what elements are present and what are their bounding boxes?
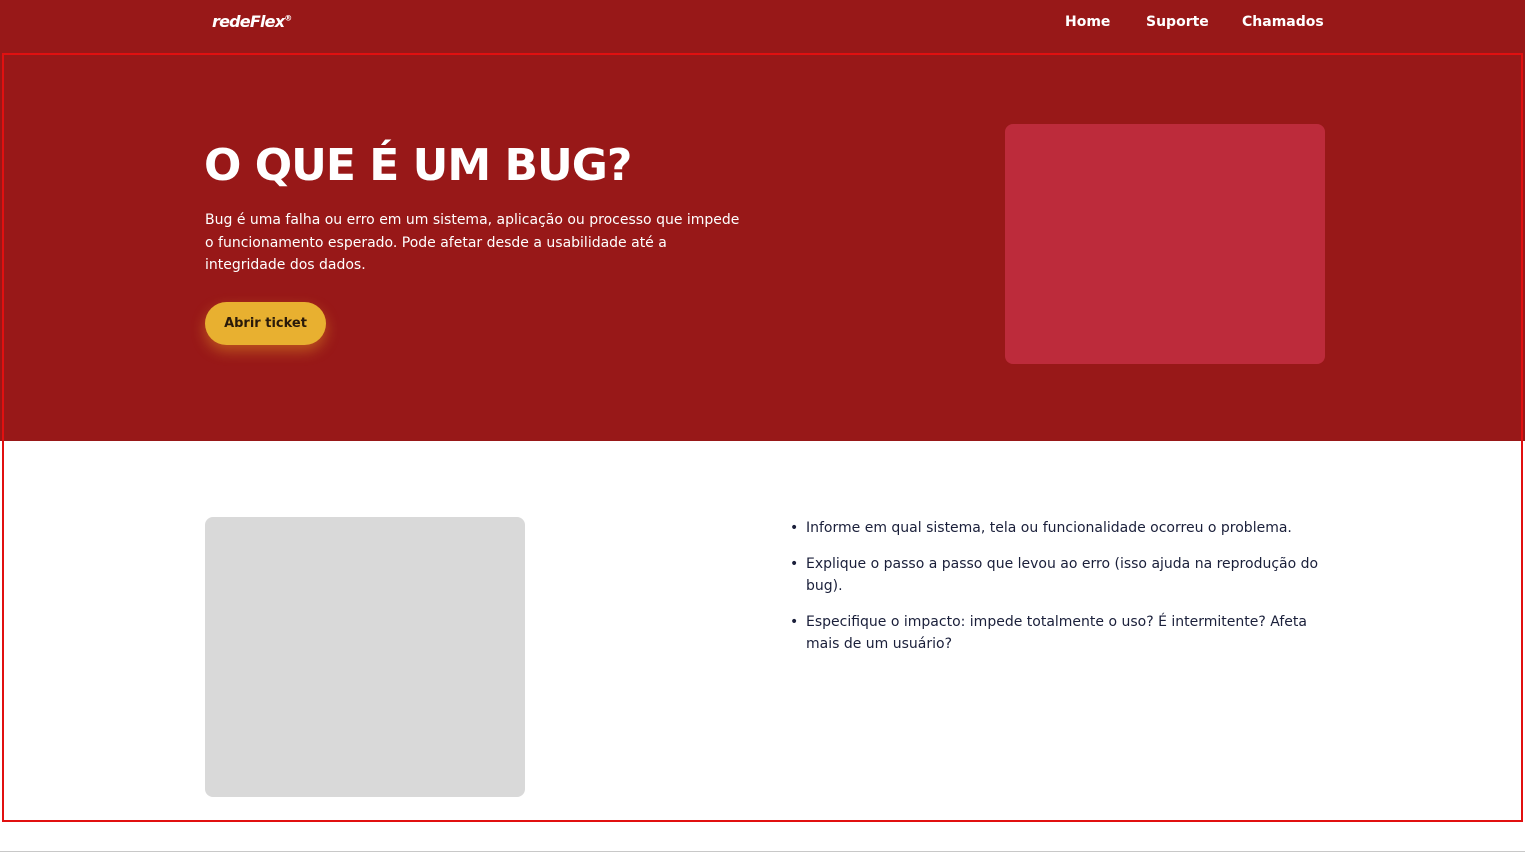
open-ticket-button[interactable]: Abrir ticket [205,302,326,345]
bottom-divider [0,851,1525,852]
list-item: • Informe em qual sistema, tela ou funci… [790,517,1330,540]
list-item-text: Especifique o impacto: impede totalmente… [806,613,1307,653]
bullet-icon: • [790,555,799,572]
tips-image-placeholder [205,517,525,797]
hero-section: O QUE É UM BUG? Bug é uma falha ou erro … [0,54,1525,441]
list-item-text: Explique o passo a passo que levou ao er… [806,555,1319,595]
hero-title: O QUE É UM BUG? [204,140,632,191]
brand-logo[interactable]: redeFlex® [212,12,292,31]
nav-link-suporte[interactable]: Suporte [1146,14,1209,30]
list-item: • Especifique o impacto: impede totalmen… [790,611,1330,656]
hero-description: Bug é uma falha ou erro em um sistema, a… [205,212,740,273]
nav-link-chamados[interactable]: Chamados [1242,14,1324,30]
hero-image-placeholder [1005,124,1325,364]
bullet-icon: • [790,613,799,630]
tips-list: • Informe em qual sistema, tela ou funci… [790,517,1330,656]
list-item-text: Informe em qual sistema, tela ou funcion… [806,520,1292,536]
list-item: • Explique o passo a passo que levou ao … [790,553,1330,598]
nav-link-home[interactable]: Home [1065,14,1110,30]
brand-logo-mark: ® [284,13,292,23]
navbar: redeFlex® Home Suporte Chamados [0,0,1525,54]
bullet-icon: • [790,520,799,536]
brand-logo-text: redeFlex [212,12,285,31]
